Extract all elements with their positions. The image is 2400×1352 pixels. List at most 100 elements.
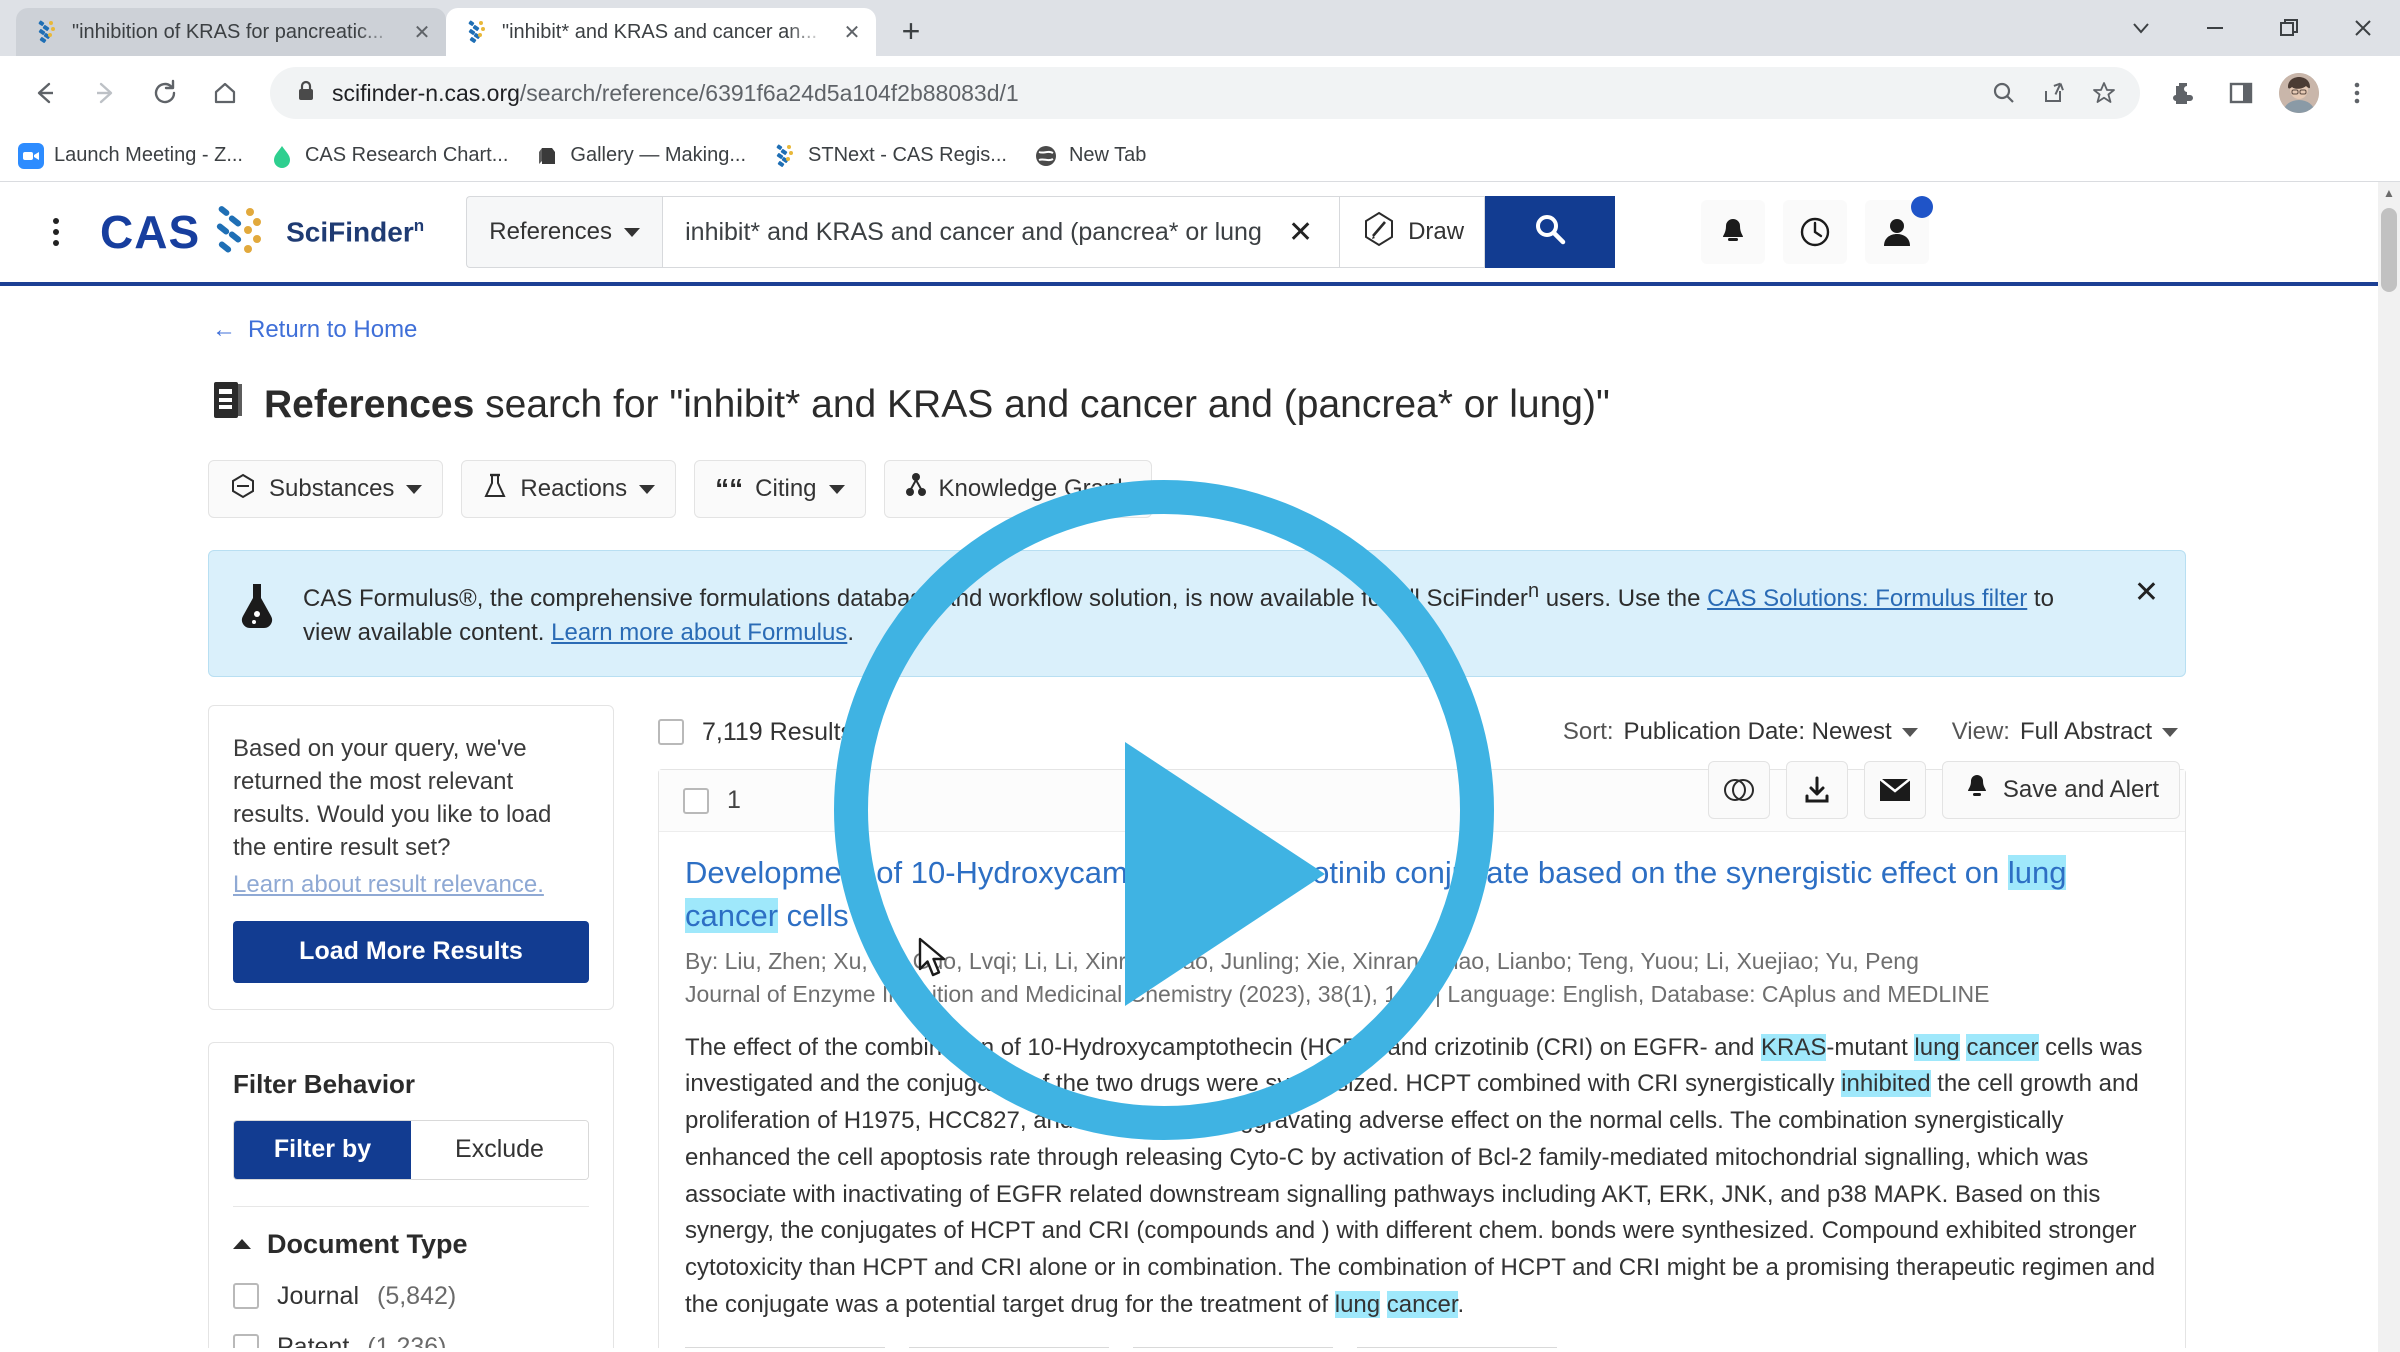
formulus-banner-text: CAS Formulus®, the comprehensive formula… (303, 580, 2054, 647)
bookmark-launch-meeting[interactable]: Launch Meeting - Z... (18, 142, 243, 169)
arrow-left-icon: ← (212, 316, 236, 343)
view-dropdown[interactable]: View: Full Abstract (1952, 718, 2178, 746)
star-icon[interactable] (2080, 69, 2128, 117)
window-controls (2104, 0, 2400, 56)
search-scope-dropdown[interactable]: References (466, 196, 663, 268)
bookmark-new-tab[interactable]: New Tab (1033, 143, 1146, 169)
load-more-results-button[interactable]: Load More Results (233, 920, 589, 983)
save-and-alert-button[interactable]: Save and Alert (1941, 761, 2180, 819)
journal-checkbox[interactable] (233, 1283, 259, 1310)
banner-close-icon[interactable]: ✕ (2134, 575, 2159, 610)
chevron-down-icon (828, 484, 845, 494)
result-item-footer (659, 1347, 2185, 1348)
share-icon[interactable] (2030, 69, 2078, 117)
knowledge-graph-label: Knowledge Graph (938, 475, 1131, 502)
citing-label: Citing (755, 475, 817, 502)
clear-search-icon[interactable]: ✕ (1272, 203, 1329, 261)
result-source: Journal of Enzyme Inhibition and Medicin… (685, 980, 1990, 1007)
filter-item-journal[interactable]: Journal (5,842) (233, 1282, 589, 1311)
back-icon[interactable] (18, 66, 72, 120)
zoom-icon[interactable] (1980, 69, 2028, 117)
page-viewport: CAS SciFindern References inhibit* and K… (0, 182, 2400, 1352)
substances-icon (229, 472, 257, 507)
home-icon[interactable] (198, 66, 252, 120)
window-minimize-button[interactable] (2178, 0, 2252, 56)
search-scope-label: References (489, 218, 612, 245)
substances-button[interactable]: Substances (208, 460, 444, 518)
formulus-filter-link[interactable]: CAS Solutions: Formulus filter (1707, 585, 2027, 612)
side-panel-icon[interactable] (2216, 68, 2266, 118)
address-bar[interactable]: scifinder-n.cas.org/search/reference/639… (270, 67, 2140, 119)
venn-analyze-icon[interactable] (1707, 761, 1770, 819)
draw-structure-button[interactable]: Draw (1340, 196, 1486, 268)
download-icon[interactable] (1785, 761, 1848, 819)
filter-item-patent[interactable]: Patent (1,236) (233, 1333, 589, 1348)
patent-checkbox[interactable] (233, 1334, 259, 1348)
cas-research-icon (269, 143, 295, 169)
chevron-down-icon (623, 227, 640, 237)
reactions-label: Reactions (520, 475, 628, 502)
cas-favicon (464, 19, 490, 45)
document-type-section-header[interactable]: Document Type (233, 1229, 589, 1260)
bookmark-stnext[interactable]: STNext - CAS Regis... (772, 143, 1007, 169)
result-item-body: Development of 10-Hydroxycamptothecin-cr… (659, 832, 2185, 1347)
user-account-icon[interactable] (1865, 196, 1934, 264)
select-all-checkbox[interactable] (658, 719, 684, 746)
chrome-menu-icon[interactable] (2332, 68, 2382, 118)
footer-action-placeholder[interactable] (909, 1347, 1109, 1348)
extensions-icon[interactable] (2158, 68, 2208, 118)
browser-tab-2[interactable]: "inhibit* and KRAS and cancer an... ✕ (446, 8, 876, 56)
result-title-link[interactable]: Development of 10-Hydroxycamptothecin-cr… (685, 852, 2159, 938)
bookmark-label: Gallery — Making... (570, 144, 747, 166)
search-input[interactable]: inhibit* and KRAS and cancer and (pancre… (685, 218, 1262, 247)
page-scrollbar[interactable]: ▲ (2378, 182, 2400, 1352)
reload-icon[interactable] (138, 66, 192, 120)
tab-search-chevron-icon[interactable] (2104, 0, 2178, 56)
search-input-wrapper[interactable]: inhibit* and KRAS and cancer and (pancre… (662, 196, 1341, 268)
journal-count: (5,842) (377, 1281, 457, 1310)
footer-action-placeholder[interactable] (685, 1347, 885, 1348)
bookmark-gallery[interactable]: Gallery — Making... (534, 143, 746, 169)
browser-tab-1-close-icon[interactable]: ✕ (408, 18, 436, 46)
window-maximize-button[interactable] (2252, 0, 2326, 56)
reactions-button[interactable]: Reactions (461, 460, 677, 518)
video-play-overlay-triangle[interactable] (1125, 742, 1325, 1006)
new-tab-button[interactable]: + (888, 8, 934, 54)
search-submit-button[interactable] (1485, 196, 1616, 268)
newtab-globe-icon (1033, 143, 1059, 169)
email-icon[interactable] (1863, 761, 1926, 819)
return-to-home-link[interactable]: ← Return to Home (0, 286, 2400, 344)
knowledge-graph-button[interactable]: Knowledge Graph (883, 460, 1152, 518)
footer-action-placeholder[interactable] (1357, 1347, 1557, 1348)
results-toolbar-right: Save and Alert (1707, 761, 2180, 819)
history-clock-icon[interactable] (1783, 200, 1848, 264)
profile-avatar[interactable] (2274, 68, 2324, 118)
exclude-button[interactable]: Exclude (411, 1120, 588, 1179)
window-close-button[interactable] (2326, 0, 2400, 56)
scrollbar-thumb[interactable] (2381, 208, 2397, 292)
learn-more-formulus-link[interactable]: Learn more about Formulus (551, 619, 847, 646)
view-label: View: (1951, 718, 2010, 746)
forward-icon[interactable] (78, 66, 132, 120)
patent-label: Patent (277, 1332, 350, 1348)
patent-count: (1,236) (367, 1332, 447, 1348)
filter-behavior-toggle: Filter by Exclude (233, 1119, 589, 1180)
formulus-flask-icon (235, 581, 279, 640)
draw-hexagon-pencil-icon (1360, 210, 1398, 255)
browser-tab-1[interactable]: "inhibition of KRAS for pancreatic... ✕ (16, 8, 446, 56)
bookmark-cas-research-chart[interactable]: CAS Research Chart... (269, 143, 508, 169)
bell-icon (1963, 772, 1991, 809)
result-relevance-link[interactable]: Learn about result relevance. (233, 871, 589, 899)
browser-tab-2-close-icon[interactable]: ✕ (838, 18, 866, 46)
scroll-up-arrow-icon[interactable]: ▲ (2378, 182, 2400, 204)
filter-by-button[interactable]: Filter by (234, 1120, 411, 1179)
footer-action-placeholder[interactable] (1133, 1347, 1333, 1348)
tab-strip: "inhibition of KRAS for pancreatic... ✕ (0, 0, 2400, 56)
sort-dropdown[interactable]: Sort: Publication Date: Newest (1563, 718, 1918, 746)
cas-scifinder-logo[interactable]: CAS SciFindern (100, 205, 424, 259)
citing-button[interactable]: ““ Citing (694, 460, 866, 518)
result-checkbox[interactable] (683, 787, 709, 814)
app-menu-icon[interactable] (34, 218, 78, 246)
alerts-bell-icon[interactable] (1701, 200, 1766, 264)
cas-dots-logo-icon (212, 206, 274, 258)
